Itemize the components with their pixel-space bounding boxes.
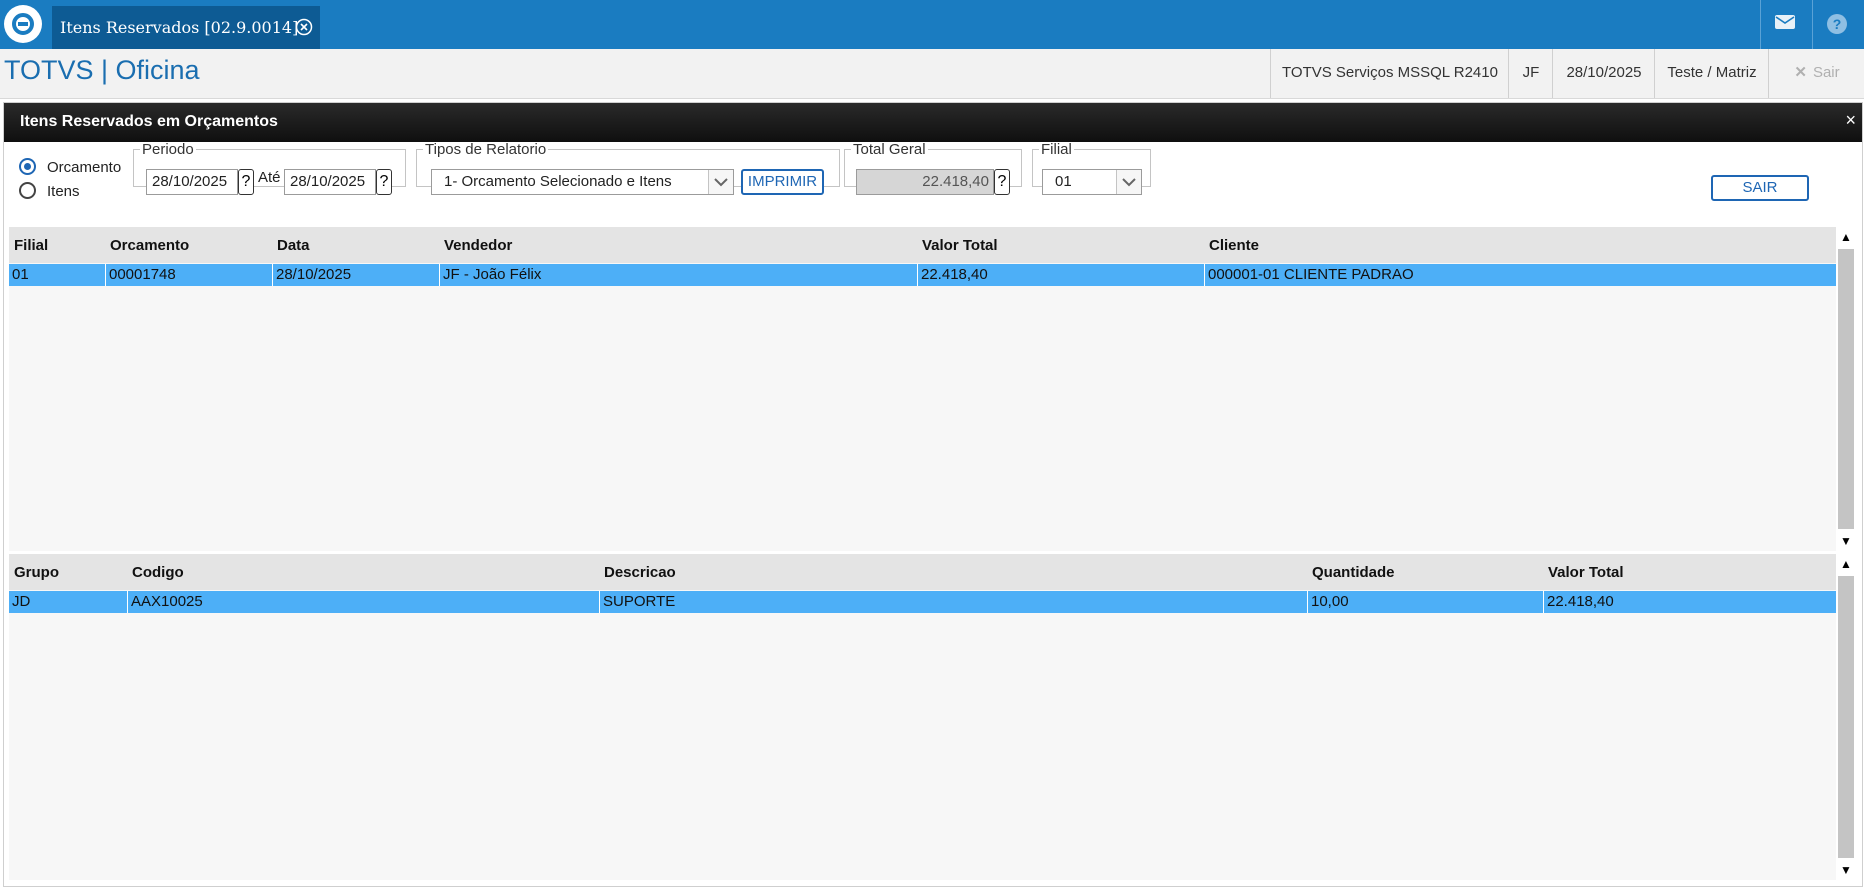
cell-grupo: JD (12, 593, 31, 610)
server-info[interactable]: TOTVS Serviços MSSQL R2410 (1270, 49, 1509, 98)
app-brand: TOTVS | Oficina (4, 55, 200, 85)
ate-label: Até (258, 169, 281, 186)
chevron-down-icon (708, 170, 733, 194)
col-filial[interactable]: Filial (14, 237, 48, 254)
help-icon: ? (1827, 14, 1847, 34)
user-info[interactable]: JF (1508, 49, 1553, 98)
orcamentos-grid-header: Filial Orcamento Data Vendedor Valor Tot… (9, 227, 1836, 263)
orcamentos-grid[interactable]: Filial Orcamento Data Vendedor Valor Tot… (9, 227, 1836, 551)
dialog-close-icon[interactable]: × (1845, 110, 1856, 131)
col-grupo[interactable]: Grupo (14, 564, 59, 581)
cell-codigo: AAX10025 (127, 591, 599, 613)
scroll-up-icon[interactable]: ▲ (1836, 227, 1856, 247)
mail-button[interactable] (1760, 0, 1809, 49)
table-row[interactable]: 01 00001748 28/10/2025 JF - João Félix 2… (9, 264, 1836, 286)
col-cliente[interactable]: Cliente (1209, 237, 1259, 254)
filial-select[interactable]: 01 (1042, 169, 1142, 195)
scrollbar-track[interactable] (1838, 576, 1854, 858)
radio-orcamento-label: Orcamento (47, 159, 122, 176)
radio-itens-label: Itens (47, 183, 80, 200)
itens-grid-header: Grupo Codigo Descricao Quantidade Valor … (9, 554, 1836, 590)
date-from-input[interactable]: 28/10/2025 (146, 169, 238, 195)
table-row[interactable]: JD AAX10025 SUPORTE 10,00 22.418,40 (9, 591, 1836, 613)
scroll-up-icon[interactable]: ▲ (1836, 554, 1856, 574)
exit-close-icon: ✕ (1794, 64, 1807, 81)
cell-data: 28/10/2025 (272, 264, 439, 286)
top-bar: Itens Reservados [02.9.0014] ? (0, 0, 1864, 49)
cell-vendedor: JF - João Félix (439, 264, 917, 286)
col-valor-total[interactable]: Valor Total (922, 237, 998, 254)
dialog-title: Itens Reservados em Orçamentos (20, 113, 278, 130)
orcamentos-scrollbar[interactable]: ▲ ▼ (1836, 227, 1856, 551)
col-codigo[interactable]: Codigo (132, 564, 184, 581)
company-info[interactable]: Teste / Matriz (1654, 49, 1769, 98)
dialog-title-bar: Itens Reservados em Orçamentos × (4, 103, 1862, 142)
col-valor-total[interactable]: Valor Total (1548, 564, 1624, 581)
cell-orcamento: 00001748 (105, 264, 272, 286)
tab-itens-reservados[interactable]: Itens Reservados [02.9.0014] (52, 6, 320, 49)
cell-descricao: SUPORTE (599, 591, 1307, 613)
date-to-input[interactable]: 28/10/2025 (284, 169, 376, 195)
periodo-legend: Periodo (142, 141, 194, 158)
cell-valor-total: 22.418,40 (1543, 591, 1836, 613)
radio-orcamento[interactable] (19, 158, 36, 175)
tipo-relatorio-select[interactable]: 1- Orcamento Selecionado e Itens (431, 169, 734, 195)
col-quantidade[interactable]: Quantidade (1312, 564, 1395, 581)
cell-valor-total: 22.418,40 (917, 264, 1204, 286)
exit-label: Sair (1812, 64, 1840, 81)
exit-button[interactable]: ✕ Sair (1768, 49, 1864, 98)
date-to-help-button[interactable]: ? (376, 169, 392, 195)
filial-legend: Filial (1041, 141, 1072, 158)
cell-quantidade: 10,00 (1307, 591, 1543, 613)
sair-button[interactable]: SAIR (1711, 175, 1809, 201)
date-info[interactable]: 28/10/2025 (1552, 49, 1655, 98)
totvs-logo-icon[interactable] (4, 5, 42, 43)
total-geral-field: 22.418,40 (856, 169, 994, 195)
col-descricao[interactable]: Descricao (604, 564, 676, 581)
itens-scrollbar[interactable]: ▲ ▼ (1836, 554, 1856, 880)
dialog-panel: Itens Reservados em Orçamentos × Orcamen… (3, 102, 1863, 887)
tab-label: Itens Reservados [02.9.0014] (60, 18, 299, 37)
col-data[interactable]: Data (277, 237, 310, 254)
cell-cliente: 000001-01 CLIENTE PADRAO (1204, 264, 1836, 286)
radio-itens[interactable] (19, 182, 36, 199)
itens-grid[interactable]: Grupo Codigo Descricao Quantidade Valor … (9, 554, 1836, 880)
scroll-down-icon[interactable]: ▼ (1836, 860, 1856, 880)
col-vendedor[interactable]: Vendedor (444, 237, 512, 254)
svg-text:?: ? (1833, 16, 1842, 32)
date-from-help-button[interactable]: ? (238, 169, 254, 195)
tipos-relatorio-legend: Tipos de Relatorio (425, 141, 547, 158)
help-button[interactable]: ? (1812, 0, 1861, 49)
total-geral-legend: Total Geral (853, 141, 926, 158)
imprimir-button[interactable]: IMPRIMIR (741, 169, 824, 195)
scroll-down-icon[interactable]: ▼ (1836, 531, 1856, 551)
chevron-down-icon (1116, 170, 1141, 194)
filial-value: 01 (1055, 173, 1072, 190)
tab-close-icon[interactable] (295, 18, 313, 36)
col-orcamento[interactable]: Orcamento (110, 237, 189, 254)
mail-icon (1775, 15, 1795, 29)
total-help-button[interactable]: ? (994, 169, 1010, 195)
cell-filial: 01 (12, 266, 29, 283)
tipo-relatorio-value: 1- Orcamento Selecionado e Itens (444, 173, 672, 190)
scrollbar-track[interactable] (1838, 249, 1854, 529)
